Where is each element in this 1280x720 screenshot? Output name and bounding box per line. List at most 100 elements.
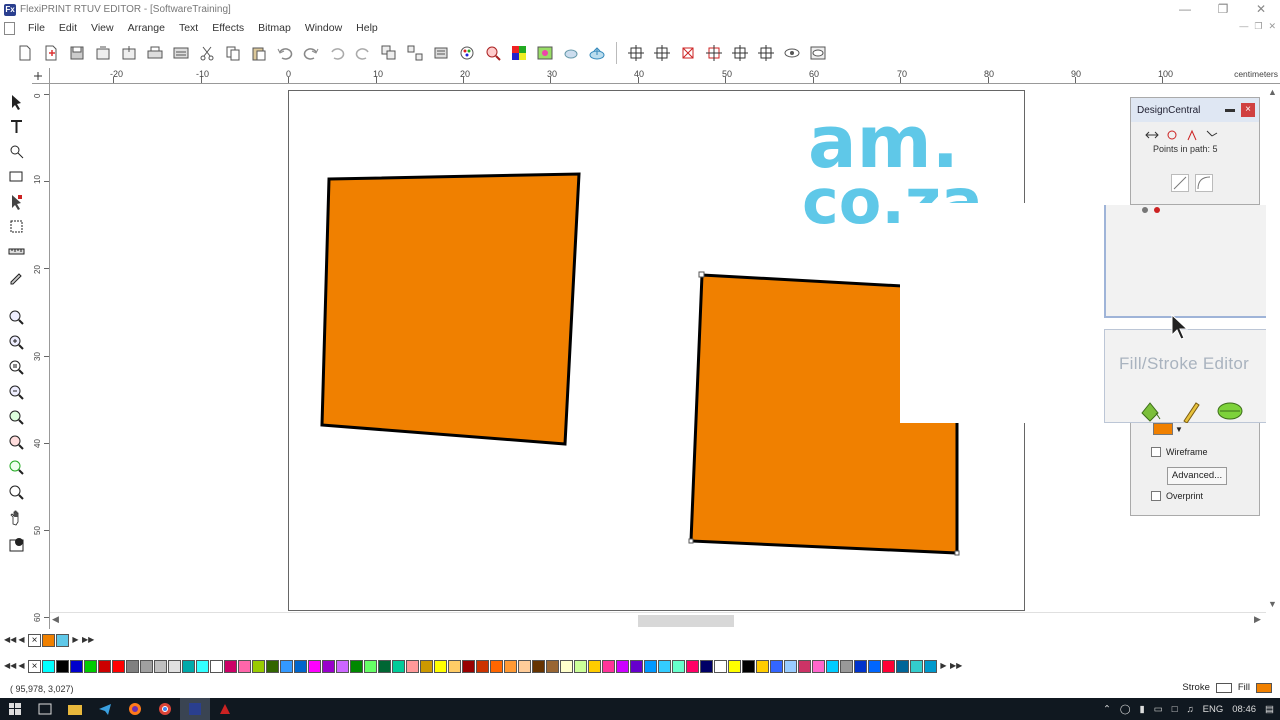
- palette-color-swatch[interactable]: [896, 659, 909, 673]
- rectangle-tool-icon[interactable]: [5, 165, 27, 187]
- palette-color-swatch[interactable]: [812, 659, 825, 673]
- zoom-in-tool-icon[interactable]: [5, 331, 27, 353]
- mdi-minimize-button[interactable]: —: [1239, 21, 1248, 32]
- palette-color-swatch[interactable]: [210, 659, 223, 673]
- palette-color-swatch[interactable]: [784, 659, 797, 673]
- align-bottom-icon[interactable]: [755, 42, 777, 64]
- undo-list-icon[interactable]: [326, 42, 348, 64]
- palette-color-swatch[interactable]: [322, 659, 335, 673]
- mdi-restore-button[interactable]: ❐: [1254, 21, 1262, 32]
- mdi-close-button[interactable]: ✕: [1268, 21, 1276, 32]
- align-center-icon[interactable]: [651, 42, 673, 64]
- measure-tool-icon[interactable]: [5, 240, 27, 262]
- eyedropper-tool-icon[interactable]: [5, 265, 27, 287]
- palette-color-swatch[interactable]: [98, 659, 111, 673]
- palette-color-swatch[interactable]: [70, 659, 83, 673]
- node-red-icon[interactable]: [1154, 207, 1160, 213]
- tray-time[interactable]: 08:46: [1232, 704, 1256, 715]
- ruler-left[interactable]: 0 10 20 30 40 50 60: [32, 84, 50, 629]
- chevron-down-icon[interactable]: ▼: [1175, 425, 1183, 434]
- undo-icon[interactable]: [274, 42, 296, 64]
- palette-prev-icon[interactable]: ◀: [16, 660, 27, 672]
- overprint-checkbox[interactable]: [1151, 491, 1161, 501]
- fill-swatch[interactable]: [1256, 682, 1272, 693]
- palette-color-swatch[interactable]: [868, 659, 881, 673]
- recent-color-swatch[interactable]: [56, 633, 69, 647]
- stroke-swatch[interactable]: [1215, 682, 1232, 693]
- effect-icon[interactable]: [534, 42, 556, 64]
- palette-color-swatch[interactable]: [84, 659, 97, 673]
- align-middle-icon[interactable]: [729, 42, 751, 64]
- production-manager-icon[interactable]: [170, 42, 192, 64]
- palette-color-swatch[interactable]: [882, 659, 895, 673]
- palette-color-swatch[interactable]: [308, 659, 321, 673]
- palette-color-swatch[interactable]: [448, 659, 461, 673]
- select-tool-icon[interactable]: [5, 90, 27, 112]
- advanced-button[interactable]: Advanced...: [1167, 467, 1227, 485]
- fill-color-swatch[interactable]: [1153, 423, 1173, 435]
- cut-icon[interactable]: [196, 42, 218, 64]
- wireframe-option[interactable]: Wireframe: [1151, 447, 1208, 457]
- ruler-top[interactable]: -20 -10 0 10 20 30 40 50 60 70 80 90 100…: [50, 68, 1280, 84]
- save-icon[interactable]: [66, 42, 88, 64]
- palette-color-swatch[interactable]: [854, 659, 867, 673]
- shape-tool-icon[interactable]: [5, 140, 27, 162]
- palette-color-swatch[interactable]: [112, 659, 125, 673]
- menu-bitmap[interactable]: Bitmap: [251, 22, 298, 34]
- palette-color-swatch[interactable]: [686, 659, 699, 673]
- palette-last-icon[interactable]: ▶▶: [950, 660, 962, 672]
- effect-dropper-icon[interactable]: [1215, 398, 1245, 424]
- palette-color-swatch[interactable]: [504, 659, 517, 673]
- no-color-swatch[interactable]: ×: [28, 659, 41, 673]
- palette-color-swatch[interactable]: [840, 659, 853, 673]
- notification-icon[interactable]: ▤: [1265, 704, 1274, 715]
- task-view-icon[interactable]: [30, 698, 60, 720]
- stroke-pen-icon[interactable]: [1175, 398, 1205, 424]
- print-icon[interactable]: [144, 42, 166, 64]
- flexiprint-taskbar-icon[interactable]: [180, 698, 210, 720]
- palette-color-swatch[interactable]: [336, 659, 349, 673]
- palette-color-swatch[interactable]: [294, 659, 307, 673]
- copy-icon[interactable]: [222, 42, 244, 64]
- color-icon[interactable]: [456, 42, 478, 64]
- palette-color-swatch[interactable]: [154, 659, 167, 673]
- lock-icon[interactable]: [430, 42, 452, 64]
- palette-color-swatch[interactable]: [770, 659, 783, 673]
- import-icon[interactable]: [92, 42, 114, 64]
- firefox-icon[interactable]: [120, 698, 150, 720]
- palette-color-swatch[interactable]: [42, 659, 55, 673]
- tray-network-icon[interactable]: □: [1172, 704, 1178, 715]
- palette-color-swatch[interactable]: [434, 659, 447, 673]
- palette-color-swatch[interactable]: [630, 659, 643, 673]
- palette-color-swatch[interactable]: [826, 659, 839, 673]
- palette-color-swatch[interactable]: [252, 659, 265, 673]
- tray-volume-icon[interactable]: ♫: [1187, 704, 1194, 715]
- swatch-icon[interactable]: [508, 42, 530, 64]
- palette-color-swatch[interactable]: [672, 659, 685, 673]
- fill-stroke-editor-panel[interactable]: Fill/Stroke Editor: [1104, 329, 1280, 423]
- menu-file[interactable]: File: [21, 22, 52, 34]
- palette-color-swatch[interactable]: [392, 659, 405, 673]
- node-edit-tool-icon[interactable]: [5, 190, 27, 212]
- vertical-scrollbar[interactable]: ▲ ▼: [1266, 85, 1280, 613]
- node-small-icon[interactable]: [1142, 207, 1148, 213]
- redo-list-icon[interactable]: [352, 42, 374, 64]
- node-join-icon[interactable]: [1145, 128, 1159, 142]
- scroll-right-icon[interactable]: ▶: [1254, 614, 1261, 625]
- palette-color-swatch[interactable]: [658, 659, 671, 673]
- palette-prev-icon[interactable]: ◀: [16, 634, 27, 646]
- maximize-button[interactable]: ❐: [1204, 0, 1242, 19]
- palette-color-swatch[interactable]: [126, 659, 139, 673]
- ungroup-icon[interactable]: [404, 42, 426, 64]
- recent-color-swatch[interactable]: [42, 633, 55, 647]
- palette-color-swatch[interactable]: [910, 659, 923, 673]
- palette-last-icon[interactable]: ▶▶: [82, 634, 94, 646]
- palette-next-icon[interactable]: ▶: [938, 660, 949, 672]
- palette-color-swatch[interactable]: [518, 659, 531, 673]
- palette-color-swatch[interactable]: [224, 659, 237, 673]
- palette-color-swatch[interactable]: [798, 659, 811, 673]
- fill-bucket-icon[interactable]: [1135, 398, 1165, 424]
- node-break-icon[interactable]: [1185, 128, 1199, 142]
- app-taskbar-icon[interactable]: [210, 698, 240, 720]
- selection-node[interactable]: [688, 538, 694, 544]
